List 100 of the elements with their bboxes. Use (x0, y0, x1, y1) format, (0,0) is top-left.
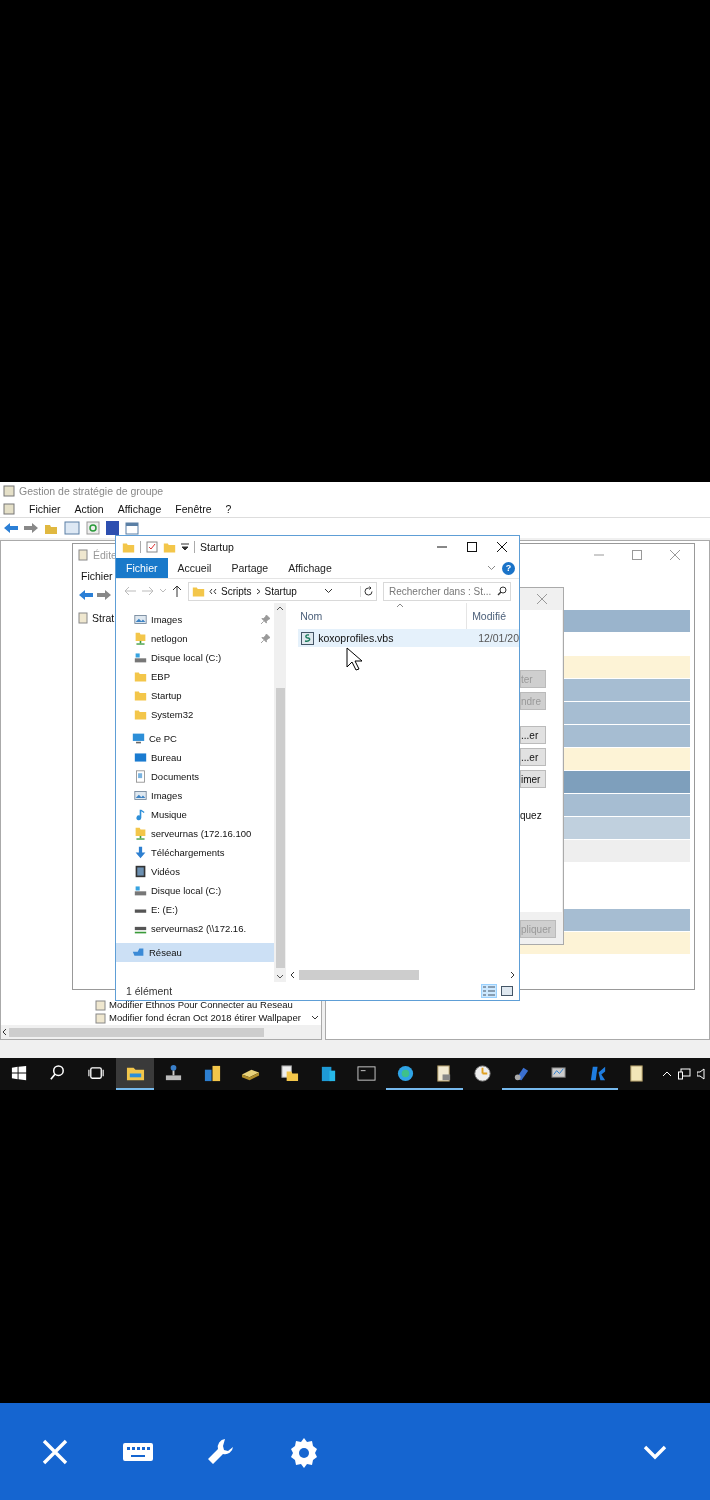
nav-item[interactable]: Ce PC (116, 729, 274, 748)
tree-item[interactable]: Strat (92, 612, 115, 624)
nav-item[interactable]: Images (116, 786, 274, 805)
sort-caret-icon (396, 603, 405, 608)
nav-item[interactable]: Disque local (C:) (116, 648, 274, 667)
dialog-button[interactable]: er... (520, 726, 546, 744)
breadcrumb-item[interactable]: Startup (264, 585, 297, 597)
back-arrow-icon[interactable] (79, 589, 93, 601)
chevron-left-icon[interactable] (1, 1028, 9, 1036)
double-chevron-icon[interactable] (209, 587, 217, 595)
nav-item[interactable]: Startup (116, 686, 274, 705)
dialog-button[interactable]: imer (520, 770, 546, 788)
tiles-view-button[interactable] (499, 984, 515, 998)
chevron-down-icon[interactable] (323, 588, 333, 594)
nav-item[interactable]: serveurnas2 (\\172.16. (116, 919, 274, 938)
network-icon[interactable] (678, 1068, 692, 1080)
policy-icon (95, 999, 106, 1011)
window-title: Startup (200, 541, 234, 553)
policy-icon (95, 1012, 106, 1024)
list-item[interactable]: Modifier fond écran Oct 2018 étirer Wallpaper (109, 1012, 301, 1024)
forward-arrow-icon[interactable] (24, 522, 38, 534)
window-title: Édite (93, 549, 117, 561)
nav-item[interactable]: serveurnas (172.16.100 (116, 824, 274, 843)
folder-icon (163, 540, 176, 554)
ribbon-tab[interactable]: Accueil (167, 558, 222, 578)
dialog-button[interactable]: er... (520, 748, 546, 766)
folder-icon (134, 708, 147, 721)
pin-icon (261, 615, 270, 624)
nav-item[interactable]: E: (E:) (116, 900, 274, 919)
ribbon-tab[interactable]: Partage (221, 558, 279, 578)
breadcrumb-item[interactable]: Scripts (221, 585, 252, 597)
picture-icon (134, 613, 147, 626)
chevron-down-icon[interactable] (276, 974, 285, 980)
network-folder-icon (134, 827, 147, 840)
taskbar-button[interactable] (115, 1058, 155, 1090)
chevron-up-icon[interactable] (276, 605, 285, 611)
document-icon (134, 770, 147, 783)
status-text: 1 élément (126, 985, 173, 997)
nav-item[interactable]: Bureau (116, 748, 274, 767)
nav-item[interactable]: netlogon (116, 629, 274, 648)
menu-item[interactable]: Fenêtre (175, 502, 212, 515)
menu-item[interactable]: ? (225, 502, 232, 515)
buildings-icon (202, 1063, 222, 1083)
monitor-icon (134, 751, 147, 764)
refresh-icon[interactable] (363, 585, 374, 597)
nav-item[interactable]: EBP (116, 667, 274, 686)
chevron-right-icon[interactable] (255, 587, 261, 595)
menu-item[interactable]: Affichage (117, 502, 162, 515)
music-note-icon (134, 808, 147, 821)
console-icon (3, 502, 15, 515)
window-title: Gestion de stratégie de groupe (19, 485, 164, 497)
windows-logo-icon (9, 1063, 29, 1083)
clock-icon (472, 1063, 492, 1083)
nav-item[interactable]: Téléchargements (116, 843, 274, 862)
nav-item[interactable]: Disque local (C:) (116, 881, 274, 900)
picture-icon (501, 986, 513, 996)
down-arrow-icon (134, 846, 147, 859)
speaker-icon[interactable] (697, 1068, 706, 1080)
file-row[interactable]: koxoprofiles.vbs 12/01/20 (298, 629, 519, 647)
horizontal-scrollbar[interactable] (1, 1025, 321, 1039)
up-arrow-icon[interactable] (172, 585, 182, 597)
vertical-scrollbar[interactable] (274, 603, 287, 982)
menu-item[interactable]: Fichier (81, 570, 113, 582)
network-icon (132, 946, 145, 959)
nav-item[interactable]: Documents (116, 767, 274, 786)
column-header[interactable]: Nom (286, 610, 467, 622)
drive-icon (134, 651, 147, 664)
chevron-down-icon[interactable] (311, 1015, 319, 1021)
menu-item[interactable]: Action (74, 502, 104, 515)
help-button[interactable]: ? (502, 561, 515, 575)
terminal-icon (357, 1063, 377, 1083)
nav-item[interactable]: Musique (116, 805, 274, 824)
modified-date: 12/01/20 (477, 632, 519, 644)
list-icon (483, 986, 495, 996)
drive-icon (134, 884, 147, 897)
menu-item[interactable]: Fichier (29, 502, 61, 515)
forward-arrow-icon[interactable] (97, 589, 111, 601)
chevron-right-icon[interactable] (510, 971, 516, 979)
nav-item[interactable]: System32 (116, 705, 274, 724)
maximize-icon[interactable] (467, 542, 477, 552)
ribbon-tab[interactable]: Fichier (116, 558, 168, 578)
folder-icon (134, 689, 147, 702)
close-icon[interactable] (497, 542, 507, 552)
address-bar[interactable]: Scripts Startup (188, 581, 377, 601)
back-arrow-icon[interactable] (4, 522, 18, 534)
console-icon (3, 485, 15, 497)
files-icon (279, 1063, 299, 1083)
pane-icon[interactable] (125, 521, 139, 535)
list-item[interactable]: Modifier Ethnos Pour Connecter au Reseau (109, 999, 293, 1011)
checkmark-icon[interactable] (146, 541, 158, 553)
search-icon[interactable] (497, 586, 507, 596)
nav-item[interactable]: Réseau (116, 943, 274, 962)
folder-icon (192, 584, 205, 598)
nav-item[interactable]: Vidéos (116, 862, 274, 881)
dropdown-icon[interactable] (181, 543, 189, 551)
nav-item[interactable]: Images (116, 610, 274, 629)
chevron-left-icon[interactable] (289, 971, 296, 979)
ribbon-tab[interactable]: Affichage (278, 558, 342, 578)
folder-icon (134, 670, 147, 683)
search-field[interactable]: Rechercher dans : St... (383, 581, 511, 601)
